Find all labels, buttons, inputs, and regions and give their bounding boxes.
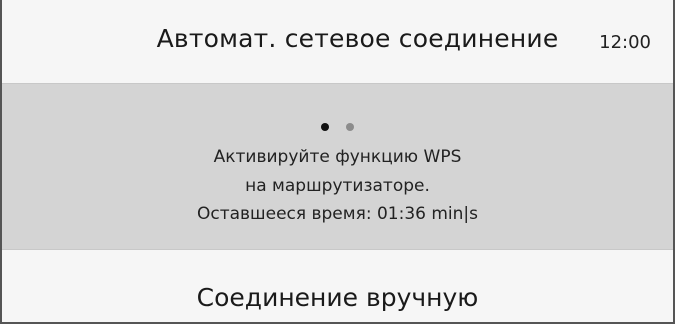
- page-title-text: Автомат. сетевое соединение: [156, 24, 559, 53]
- instruction-line-2: на маршрутизаторе.: [245, 176, 430, 196]
- step-dot-active: [320, 122, 329, 131]
- instruction-line-1: Активируйте функцию WPS: [213, 147, 462, 167]
- manual-connection-button[interactable]: Соединение вручную: [2, 250, 673, 324]
- remaining-time-line: Оставшееся время: 01:36 min|s: [196, 204, 478, 224]
- wps-info-panel: Активируйте функцию WPS на маршрутизатор…: [2, 84, 673, 249]
- header-bar: Автомат. сетевое соединение 12:00: [2, 0, 673, 83]
- clock: 12:00: [599, 32, 651, 53]
- wps-connection-screen: Автомат. сетевое соединение 12:00 Активи…: [0, 0, 675, 324]
- step-dot-inactive: [346, 122, 355, 131]
- page-title: Автомат. сетевое соединение: [2, 24, 673, 53]
- footer-bar: Соединение вручную: [2, 250, 673, 324]
- step-indicator: [2, 116, 673, 131]
